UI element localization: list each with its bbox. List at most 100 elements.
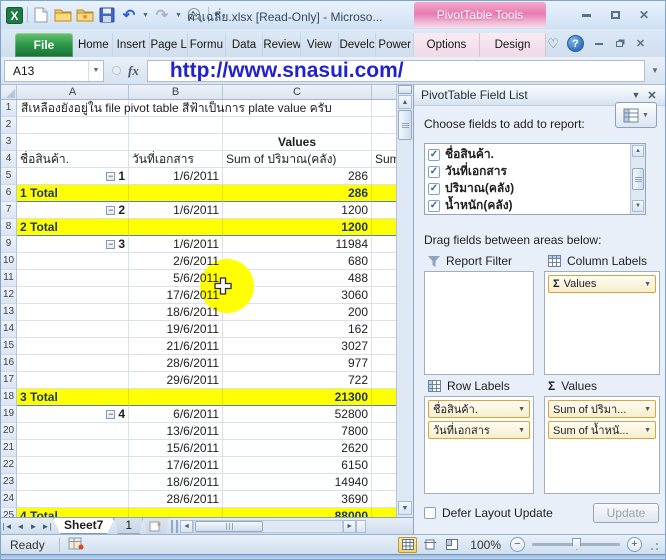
cell-A10[interactable] [17,253,129,270]
cell-B5[interactable]: 1/6/2011 [129,168,223,185]
cell-A16[interactable] [17,355,129,372]
cell-A3[interactable] [17,134,129,151]
cell-A6[interactable]: 1 Total [17,185,129,202]
cell-D16[interactable] [372,355,396,372]
row-number-7[interactable]: 7 [1,202,17,219]
cell-D8[interactable] [372,219,396,236]
cell-D17[interactable] [372,372,396,389]
close-window-icon[interactable]: ✕ [637,9,651,21]
horizontal-scrollbar[interactable] [193,520,343,533]
scroll-left-icon[interactable]: ◄ [180,520,193,533]
row-number-9[interactable]: 9 [1,236,17,253]
row-number-12[interactable]: 12 [1,287,17,304]
chevron-down-icon[interactable]: ▼ [518,406,525,413]
field-item-1[interactable]: ✓วันที่เอกสาร [428,163,630,180]
cell-B23[interactable]: 18/6/2011 [129,474,223,491]
cell-A5[interactable]: −1 [17,168,129,185]
cell-D24[interactable] [372,491,396,508]
cell-B22[interactable]: 17/6/2011 [129,457,223,474]
chevron-down-icon[interactable]: ▼ [644,281,651,288]
row-number-13[interactable]: 13 [1,304,17,321]
row-number-16[interactable]: 16 [1,355,17,372]
cell-D15[interactable] [372,338,396,355]
expand-formula-bar-icon[interactable]: ▼ [647,60,663,82]
cell-C25[interactable]: 88000 [223,508,372,517]
help-icon[interactable]: ? [567,35,584,52]
cell-D2[interactable] [372,117,396,134]
cell-C16[interactable]: 977 [223,355,372,372]
cell-B9[interactable]: 1/6/2011 [129,236,223,253]
first-sheet-icon[interactable]: |◄ [1,520,14,533]
cell-B6[interactable] [129,185,223,202]
cell-A7[interactable]: −2 [17,202,129,219]
field-list-scrollbar[interactable]: ▲ ▼ [630,144,645,214]
area-field-button[interactable]: Sum of ปริมา...▼ [548,400,656,418]
zoom-slider[interactable] [532,543,620,546]
formula-input[interactable]: http://www.snasui.com/ [147,60,645,82]
tab-split-handle[interactable] [171,520,178,533]
defer-layout-checkbox[interactable] [424,507,436,519]
scroll-up-icon[interactable]: ▲ [398,95,412,109]
cell-C13[interactable]: 200 [223,304,372,321]
field-checkbox[interactable]: ✓ [428,200,440,212]
cell-B18[interactable] [129,389,223,406]
tab-view[interactable]: View [301,33,339,57]
redo-icon[interactable]: ↷ [153,6,171,24]
cell-A23[interactable] [17,474,129,491]
cell-C23[interactable]: 14940 [223,474,372,491]
cell-B19[interactable]: 6/6/2011 [129,406,223,423]
panel-menu-icon[interactable]: ▼ [628,90,644,100]
zoom-out-icon[interactable]: − [510,537,525,552]
collapse-icon[interactable]: − [106,240,115,249]
field-list-layout-button[interactable]: ▼ [615,102,657,128]
cell-C8[interactable]: 1200 [223,219,372,236]
zoom-slider-thumb[interactable] [572,538,581,550]
column-header-B[interactable]: B [129,85,223,99]
tab-data[interactable]: Data [226,33,264,57]
collapse-icon[interactable]: − [106,410,115,419]
cell-A11[interactable] [17,270,129,287]
undo-icon[interactable]: ↶ [120,6,138,24]
cell-C4[interactable]: Sum of ปริมาณ(คลัง)▼ [223,151,372,168]
cell-A14[interactable] [17,321,129,338]
horizontal-scroll-thumb[interactable] [195,521,263,532]
page-break-view-icon[interactable] [442,537,461,553]
values-area[interactable]: Sum of ปริมา...▼Sum of น้ำหนั...▼ [544,396,660,494]
insert-function-icon[interactable]: fx [128,63,139,79]
row-number-14[interactable]: 14 [1,321,17,338]
row-number-8[interactable]: 8 [1,219,17,236]
cell-D6[interactable] [372,185,396,202]
cell-C3[interactable]: Values [223,134,372,151]
cell-B21[interactable]: 15/6/2011 [129,440,223,457]
cell-B2[interactable] [129,117,223,134]
area-field-button[interactable]: วันที่เอกสาร▼ [428,421,530,439]
tab-file[interactable]: File [15,33,73,57]
cell-A18[interactable]: 3 Total [17,389,129,406]
cell-D13[interactable] [372,304,396,321]
tab-formu[interactable]: Formu [188,33,226,57]
new-file-icon[interactable] [32,6,50,24]
scroll-right-icon[interactable]: ► [343,520,356,533]
row-number-18[interactable]: 18 [1,389,17,406]
area-field-button[interactable]: ชื่อสินค้า.▼ [428,400,530,418]
cell-D11[interactable] [372,270,396,287]
field-item-0[interactable]: ✓ชื่อสินค้า. [428,146,630,163]
cell-B7[interactable]: 1/6/2011 [129,202,223,219]
tab-develc[interactable]: Develc [339,33,377,57]
row-number-5[interactable]: 5 [1,168,17,185]
cell-A21[interactable] [17,440,129,457]
cell-A12[interactable] [17,287,129,304]
row-labels-area[interactable]: ชื่อสินค้า.▼ วันที่เอกสาร▼ [424,396,534,494]
cell-D4[interactable]: Sum of น้ำหนัก(คลัง) [372,151,396,168]
collapse-icon[interactable]: − [106,172,115,181]
cell-B13[interactable]: 18/6/2011 [129,304,223,321]
cell-C6[interactable]: 286 [223,185,372,202]
row-number-20[interactable]: 20 [1,423,17,440]
cell-B15[interactable]: 21/6/2011 [129,338,223,355]
cell-B12[interactable]: 17/6/2011 [129,287,223,304]
cell-A15[interactable] [17,338,129,355]
cell-D21[interactable] [372,440,396,457]
undo-dropdown-icon[interactable]: ▼ [142,12,149,19]
minimize-window-icon[interactable] [579,9,593,21]
panel-close-icon[interactable]: ✕ [644,89,660,102]
